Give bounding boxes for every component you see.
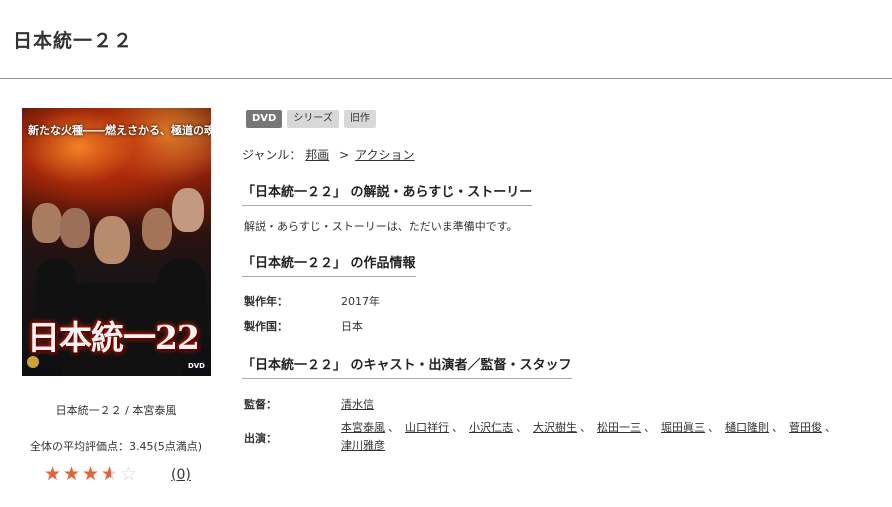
cast-separator: 、 (644, 421, 655, 434)
badge-dvd: DVD (246, 110, 283, 128)
average-rating-text: 全体の平均評価点：3.45(5点満点) (29, 440, 203, 453)
production-country-value: 日本 (341, 320, 363, 333)
cast-separator: 、 (772, 421, 783, 434)
cast-separator: 、 (825, 421, 836, 434)
production-country-label: 製作国： (244, 320, 288, 333)
poster-title-art: 日本統一22 (27, 318, 200, 357)
review-count: (0) (171, 467, 191, 483)
poster-face (94, 216, 130, 264)
cast-separator: 、 (708, 421, 719, 434)
star-empty-icon: ☆ (120, 463, 139, 485)
poster-face (32, 203, 62, 243)
publisher-logo-icon (27, 356, 39, 368)
poster-face (172, 188, 204, 232)
badge-old-release: 旧作 (343, 110, 376, 128)
header-divider (0, 78, 892, 79)
dvd-cover-image[interactable]: 新たな火種――燃えさかる、極道の魂 日本統一22 DVD (22, 108, 211, 376)
star-full-icon: ★ (63, 463, 82, 485)
production-year-value: 2017年 (341, 295, 380, 308)
cast-link[interactable]: 大沢樹生 (533, 421, 577, 434)
genre-breadcrumb: ジャンル： 邦画 > アクション (242, 146, 415, 163)
genre-link-parent[interactable]: 邦画 (305, 148, 329, 162)
star-full-icon: ★ (44, 463, 63, 485)
star-full-icon: ★ (82, 463, 101, 485)
poster-face (142, 208, 172, 250)
director-label: 監督： (244, 398, 277, 411)
cast-link[interactable]: 小沢仁志 (469, 421, 513, 434)
cast-separator: 、 (388, 421, 399, 434)
cast-separator: 、 (580, 421, 591, 434)
synopsis-text: 解説・あらすじ・ストーリーは、ただいま準備中です。 (244, 220, 518, 233)
genre-link-child[interactable]: アクション (355, 148, 414, 162)
poster-caption: 日本統一２２ / 本宮泰風 (55, 404, 177, 417)
cast-link[interactable]: 堀田眞三 (661, 421, 705, 434)
dvd-logo: DVD (187, 362, 205, 370)
director-value: 清水信 (341, 396, 374, 412)
cast-link[interactable]: 山口祥行 (405, 421, 449, 434)
cast-staff-heading: 「日本統一２２」 のキャスト・出演者／監督・スタッフ (242, 354, 572, 379)
cast-separator: 、 (516, 421, 527, 434)
badge-series: シリーズ (287, 110, 339, 128)
poster-tagline: 新たな火種――燃えさかる、極道の魂 (28, 124, 211, 137)
cast-separator: 、 (452, 421, 463, 434)
production-year-label: 製作年： (244, 295, 288, 308)
breadcrumb-separator: > (339, 148, 350, 162)
synopsis-heading: 「日本統一２２」 の解説・あらすじ・ストーリー (242, 181, 533, 206)
rating-stars: ★★★★☆ (44, 464, 139, 484)
cast-list: 本宮泰風、山口祥行、小沢仁志、大沢樹生、松田一三、堀田眞三、樋口隆則、菅田俊、津… (341, 419, 871, 455)
work-info-heading: 「日本統一２２」 の作品情報 (242, 252, 416, 277)
cast-link[interactable]: 松田一三 (597, 421, 641, 434)
cast-label: 出演： (244, 432, 277, 445)
poster-face (60, 208, 90, 248)
director-link[interactable]: 清水信 (341, 398, 374, 411)
cast-link[interactable]: 津川雅彦 (341, 439, 385, 452)
genre-label: ジャンル： (242, 148, 302, 162)
review-count-link[interactable]: (0) (171, 467, 191, 483)
star-half-icon: ★ (101, 464, 120, 484)
format-badges: DVD シリーズ 旧作 (246, 110, 376, 128)
page-title: 日本統一２２ (13, 30, 134, 52)
cast-link[interactable]: 樋口隆則 (725, 421, 769, 434)
cast-link[interactable]: 本宮泰風 (341, 421, 385, 434)
cast-link[interactable]: 菅田俊 (789, 421, 822, 434)
